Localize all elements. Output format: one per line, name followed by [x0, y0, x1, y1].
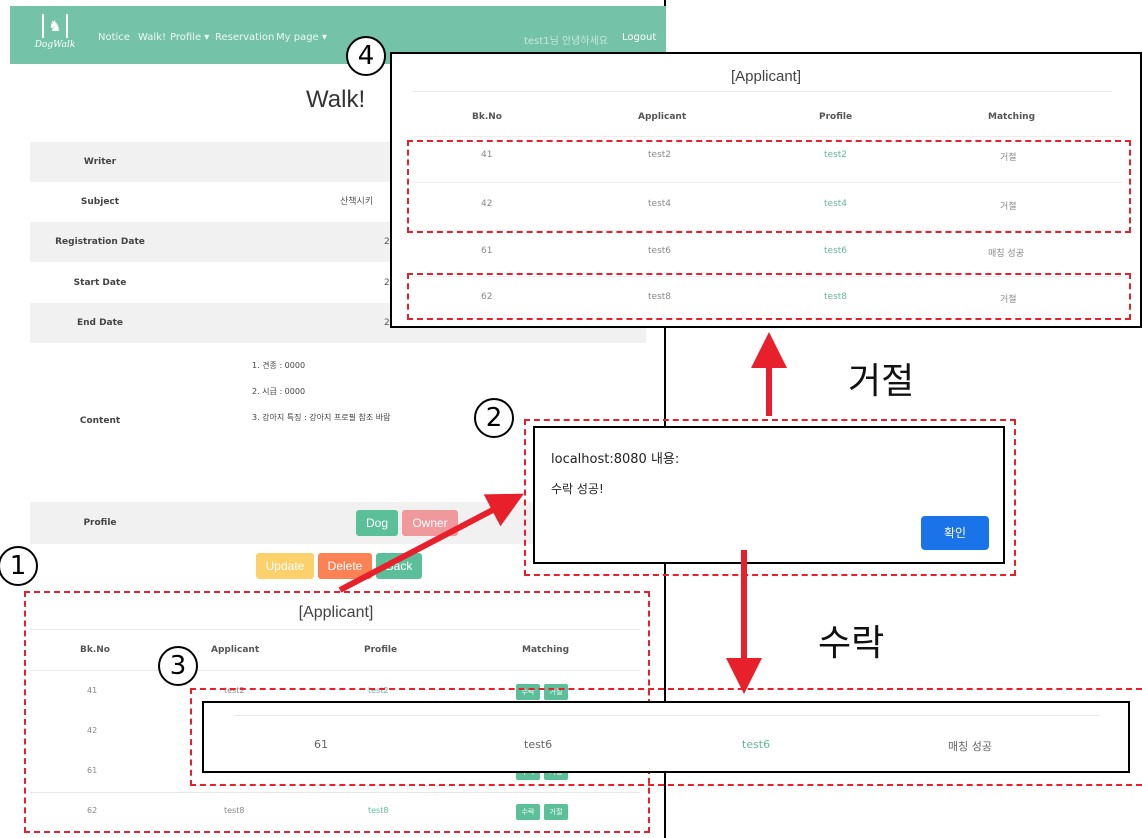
step-number-3: 3 [158, 646, 198, 686]
row-label: Writer [83, 157, 117, 167]
row-value: 산책시키 [340, 197, 374, 207]
nav-mypage[interactable]: My page ▾ [276, 32, 327, 43]
row-label: End Date [76, 318, 124, 328]
nav-profile[interactable]: Profile ▾ [170, 32, 209, 43]
accepted-row-result: 61 test6 test6 매칭 성공 [202, 701, 1130, 773]
row-value: 2 [384, 278, 390, 288]
row-label: Start Date [73, 278, 127, 288]
row-value: 2 [384, 318, 390, 328]
row-value: 2 [384, 237, 390, 247]
divider [234, 715, 1100, 716]
nav-walk[interactable]: Walk! [138, 32, 166, 43]
logo-text: DogWalk [34, 40, 76, 50]
bkno-cell: 61 [481, 246, 493, 256]
table-row: 61 test6 test6 매칭 성공 [392, 246, 1140, 266]
highlight-box-rejected-rows [407, 140, 1131, 233]
col-header-bkno: Bk.No [472, 112, 502, 122]
nav-reservation[interactable]: Reservation [215, 32, 274, 43]
bkno-cell: 61 [314, 738, 328, 751]
dialog-origin: localhost:8080 내용: [551, 452, 680, 467]
col-header-matching: Matching [988, 112, 1036, 122]
col-header-applicant: Applicant [638, 112, 687, 122]
accept-caption: 수락 [818, 623, 885, 664]
dogwalk-logo[interactable]: ♞ DogWalk [32, 14, 78, 58]
divider [412, 136, 1122, 137]
divider [412, 91, 1112, 92]
applicant-cell: test6 [524, 738, 553, 751]
nav-notice[interactable]: Notice [98, 32, 130, 43]
col-header-profile: Profile [819, 112, 853, 122]
dialog-message: 수락 성공! [551, 482, 604, 496]
alert-dialog: localhost:8080 내용: 수락 성공! 확인 [533, 426, 1005, 564]
row-label: Subject [80, 197, 120, 207]
delete-button[interactable]: Delete [318, 553, 372, 579]
dialog-ok-button[interactable]: 확인 [921, 516, 989, 550]
logout-link[interactable]: Logout [622, 32, 656, 43]
profile-link[interactable]: test6 [742, 738, 770, 751]
highlight-box-rejected-row [407, 273, 1131, 320]
step-number-2: 2 [474, 398, 514, 438]
profile-link[interactable]: test6 [824, 246, 847, 256]
step-number-4: 4 [346, 36, 386, 76]
reject-caption: 거절 [848, 361, 915, 402]
content-line: 1. 견종 : 0000 [252, 361, 306, 370]
update-button[interactable]: Update [256, 553, 314, 579]
back-button[interactable]: Back [376, 553, 422, 579]
user-greeting: test1님 안녕하세요 [524, 36, 608, 47]
content-line: 3. 강아지 특징 : 강아지 프로필 참조 바람 [252, 413, 391, 422]
dog-icon: ♞ [42, 14, 68, 38]
matching-status: 매칭 성공 [948, 740, 992, 753]
row-label: Content [79, 416, 121, 426]
row-label: Registration Date [55, 237, 145, 247]
page-title: Walk! [306, 86, 366, 113]
applicant-section-title: [Applicant] [730, 68, 802, 85]
matching-status: 매칭 성공 [988, 249, 1024, 259]
dog-profile-button[interactable]: Dog [356, 510, 398, 536]
owner-profile-button[interactable]: Owner [402, 510, 458, 536]
content-line: 2. 시급 : 0000 [252, 387, 306, 396]
row-label: Profile [83, 518, 117, 528]
applicant-cell: test6 [648, 246, 672, 256]
